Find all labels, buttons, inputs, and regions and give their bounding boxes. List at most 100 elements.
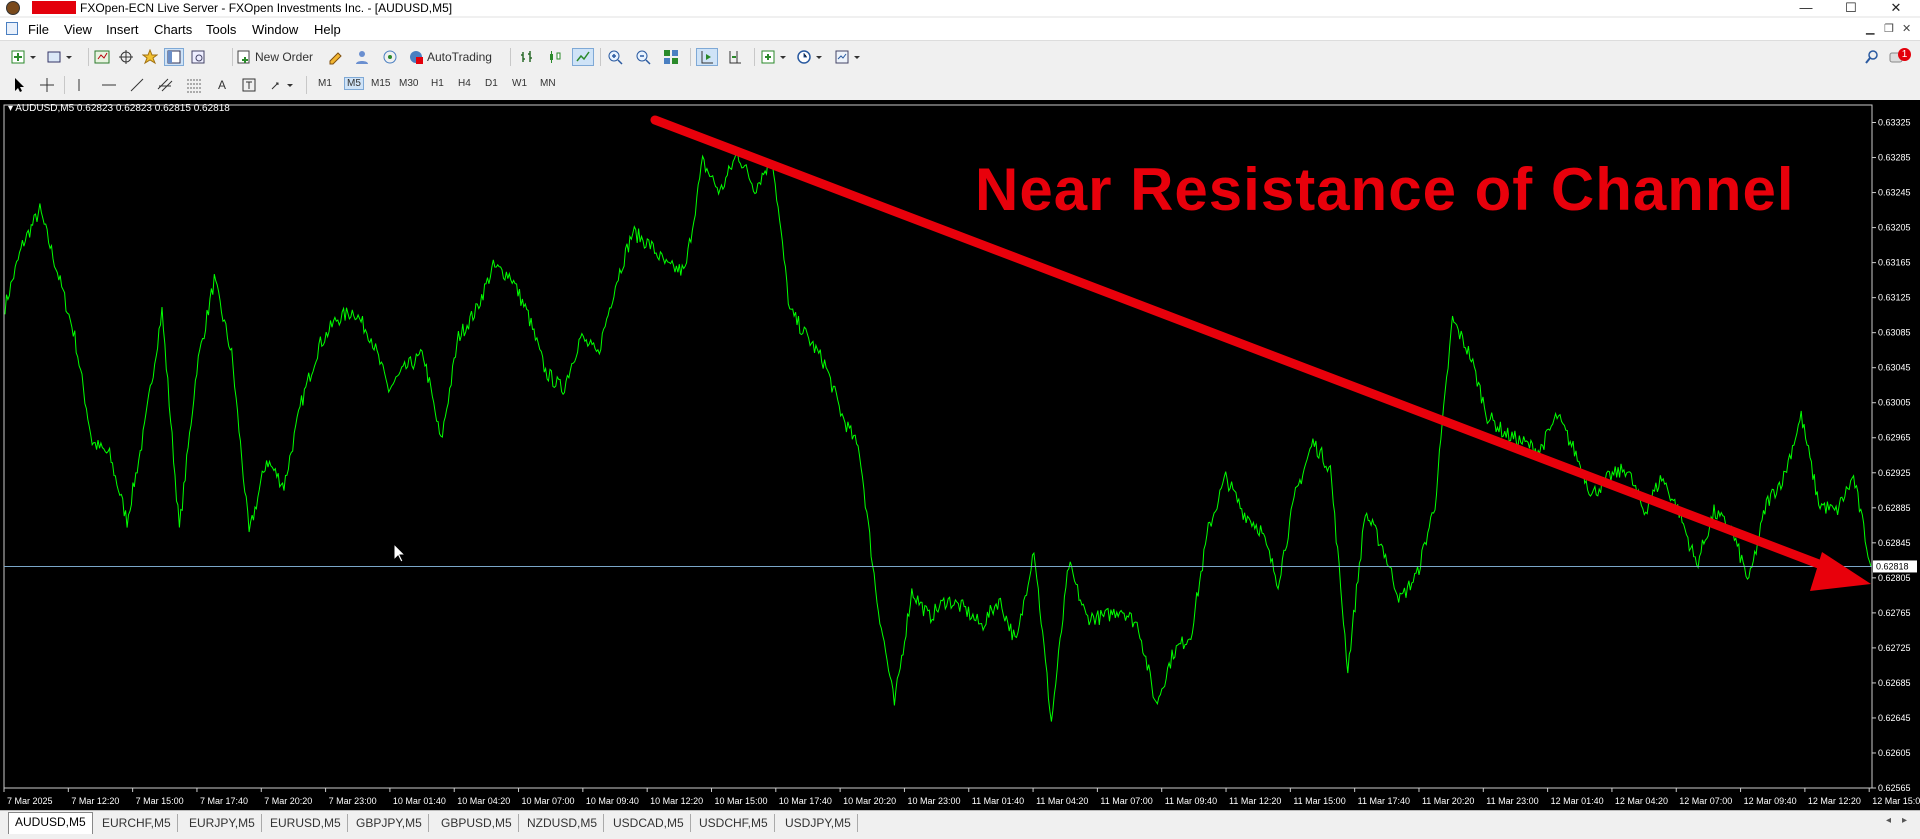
zoom-in-button[interactable] <box>604 48 626 66</box>
x-tick-label: 11 Mar 07:00 <box>1100 796 1152 806</box>
autotrading-button[interactable]: AutoTrading <box>408 48 500 66</box>
mouse-cursor-icon <box>393 542 407 563</box>
new-chart-button[interactable] <box>8 48 38 66</box>
x-tick-label: 10 Mar 17:40 <box>779 796 832 806</box>
timeframe-m1[interactable]: M1 <box>318 78 332 89</box>
price-line <box>4 150 1872 722</box>
menu-window[interactable]: Window <box>252 22 298 37</box>
candlesticks-button[interactable] <box>544 48 566 66</box>
search-button[interactable] <box>1862 48 1882 66</box>
mdi-minimize-icon[interactable]: ▁ <box>1866 22 1874 35</box>
tab-eurchf[interactable]: EURCHF,M5 <box>96 814 178 832</box>
indicators-button[interactable] <box>758 48 790 66</box>
menu-view[interactable]: View <box>64 22 92 37</box>
tab-gbpusd[interactable]: GBPUSD,M5 <box>435 814 519 832</box>
y-tick-label: 0.62725 <box>1878 643 1911 653</box>
app-icon <box>6 1 20 15</box>
signals-person-icon <box>356 51 368 64</box>
current-price-label: 0.62818 <box>1876 561 1909 571</box>
timeframe-m30[interactable]: M30 <box>399 78 418 89</box>
text-button[interactable]: A <box>214 76 230 94</box>
notifications-button[interactable]: 1 <box>1888 48 1912 66</box>
navigator-star-icon <box>142 49 158 65</box>
timeframe-d1[interactable]: D1 <box>485 78 498 89</box>
menu-help[interactable]: Help <box>314 22 341 37</box>
line-studies-toolbar: A M1 M5 M15 M30 H1 H4 D1 W1 MN <box>0 72 1920 98</box>
new-order-label: New Order <box>255 50 314 64</box>
menu-charts[interactable]: Charts <box>154 22 192 37</box>
cursor-button[interactable] <box>10 76 28 94</box>
market-watch-button[interactable] <box>92 48 112 66</box>
y-tick-label: 0.62925 <box>1878 468 1911 478</box>
terminal-icon <box>167 50 181 64</box>
tile-windows-button[interactable] <box>660 48 682 66</box>
navigator-button[interactable] <box>140 48 160 66</box>
zoom-out-icon <box>636 50 651 65</box>
cursor-arrow-icon <box>15 78 24 92</box>
chart-window[interactable]: 0.63325 0.63285 0.63245 0.63205 0.63165 0.631… <box>0 100 1920 810</box>
tab-gbpjpy[interactable]: GBPJPY,M5 <box>350 814 429 832</box>
menu-tools[interactable]: Tools <box>206 22 236 37</box>
terminal-button[interactable] <box>164 48 184 66</box>
minimize-button[interactable]: — <box>1788 0 1824 16</box>
menu-insert[interactable]: Insert <box>106 22 139 37</box>
strategy-tester-button[interactable] <box>188 48 208 66</box>
text-label-button[interactable] <box>240 76 258 94</box>
equidistant-channel-button[interactable] <box>156 76 176 94</box>
maximize-button[interactable]: ☐ <box>1833 0 1869 16</box>
trendline-button[interactable] <box>128 76 146 94</box>
fibonacci-button[interactable] <box>184 76 204 94</box>
zoom-out-button[interactable] <box>632 48 654 66</box>
tab-usdcad[interactable]: USDCAD,M5 <box>607 814 691 832</box>
metaeditor-button[interactable] <box>326 48 346 66</box>
x-tick-label: 11 Mar 23:00 <box>1486 796 1538 806</box>
market-button[interactable] <box>380 48 400 66</box>
tab-audusd[interactable]: AUDUSD,M5 <box>8 812 93 834</box>
arrows-button[interactable] <box>268 76 296 94</box>
signals-button[interactable] <box>352 48 372 66</box>
tab-scroll-right-icon[interactable]: ▸ <box>1902 815 1907 826</box>
tab-eurusd[interactable]: EURUSD,M5 <box>264 814 348 832</box>
timeframe-h4[interactable]: H4 <box>458 78 471 89</box>
horizontal-line-button[interactable] <box>100 76 118 94</box>
tab-usdjpy[interactable]: USDJPY,M5 <box>779 814 858 832</box>
y-tick-label: 0.62565 <box>1878 783 1911 793</box>
timeframe-mn[interactable]: MN <box>540 78 556 89</box>
bar-chart-button[interactable] <box>516 48 538 66</box>
tab-usdchf[interactable]: USDCHF,M5 <box>693 814 775 832</box>
vertical-line-button[interactable] <box>72 76 86 94</box>
candlesticks-icon <box>550 51 561 63</box>
menu-file[interactable]: File <box>28 22 49 37</box>
auto-scroll-button[interactable] <box>696 48 718 66</box>
new-order-button[interactable]: New Order <box>236 48 316 66</box>
timeframe-w1[interactable]: W1 <box>512 78 527 89</box>
x-tick-label: 11 Mar 12:20 <box>1229 796 1281 806</box>
timeframe-m5[interactable]: M5 <box>344 77 364 90</box>
mdi-restore-icon[interactable]: ❐ <box>1884 22 1894 35</box>
y-tick-label: 0.62605 <box>1878 748 1911 758</box>
data-window-button[interactable] <box>116 48 136 66</box>
templates-button[interactable] <box>832 48 864 66</box>
y-tick-label: 0.62645 <box>1878 713 1911 723</box>
x-tick-label: 10 Mar 09:40 <box>586 796 639 806</box>
timeframe-h1[interactable]: H1 <box>431 78 444 89</box>
notification-count-badge: 1 <box>1898 48 1911 61</box>
timeframe-m15[interactable]: M15 <box>371 78 390 89</box>
chart-shift-icon <box>729 51 741 64</box>
tab-scroll-left-icon[interactable]: ◂ <box>1886 815 1891 826</box>
line-chart-button[interactable] <box>572 48 594 66</box>
periods-button[interactable] <box>794 48 826 66</box>
crosshair-button[interactable] <box>38 76 56 94</box>
text-a-icon: A <box>217 78 226 92</box>
close-button[interactable]: ✕ <box>1878 0 1914 16</box>
tab-nzdusd[interactable]: NZDUSD,M5 <box>521 814 605 832</box>
window-title: FXOpen-ECN Live Server - FXOpen Investme… <box>80 1 453 15</box>
x-tick-label: 7 Mar 17:40 <box>200 796 248 806</box>
chart-shift-button[interactable] <box>724 48 746 66</box>
new-order-icon <box>237 50 250 64</box>
profiles-button[interactable] <box>44 48 74 66</box>
tab-eurjpy[interactable]: EURJPY,M5 <box>183 814 262 832</box>
strategy-tester-icon <box>191 50 205 64</box>
x-tick-label: 11 Mar 01:40 <box>972 796 1024 806</box>
mdi-close-icon[interactable]: ✕ <box>1902 22 1911 35</box>
